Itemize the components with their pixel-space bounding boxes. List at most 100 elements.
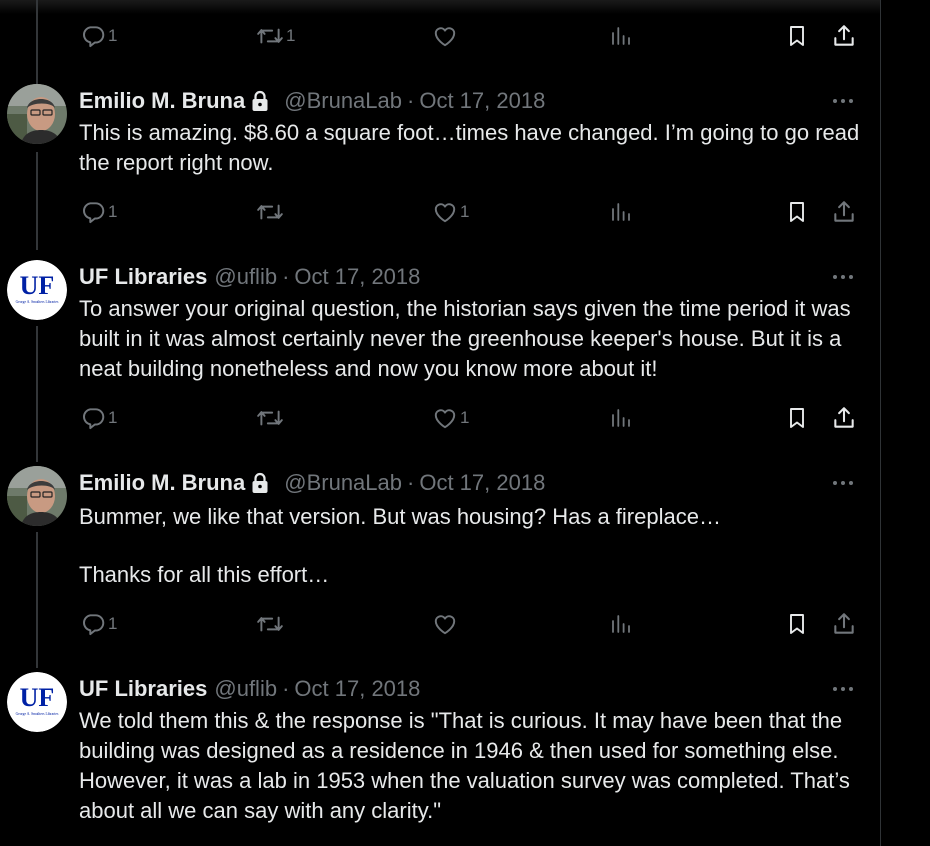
tweet-header: Emilio M. Bruna @BrunaLab · Oct 17, 2018: [79, 469, 545, 497]
like-count: 1: [460, 202, 470, 221]
separator-dot: ·: [282, 676, 290, 701]
like-button[interactable]: 1: [432, 403, 469, 433]
views-button[interactable]: [609, 609, 633, 639]
more-icon: [832, 679, 854, 697]
tweet-paragraph: We told them this & the response is "Tha…: [79, 708, 850, 823]
tweet[interactable]: UF George A. Smathers Libraries UF Libra…: [0, 260, 880, 450]
retweet-icon: [256, 199, 284, 225]
uf-logo-subtext: George A. Smathers Libraries: [16, 300, 59, 304]
uf-logo-subtext: George A. Smathers Libraries: [16, 712, 59, 716]
tweet[interactable]: UF George A. Smathers Libraries UF Libra…: [0, 672, 880, 846]
reply-button[interactable]: 1: [80, 609, 117, 639]
tweet-date[interactable]: Oct 17, 2018: [294, 264, 420, 290]
retweet-button[interactable]: [256, 609, 286, 639]
tweet-paragraph: Thanks for all this effort…: [79, 562, 330, 587]
share-icon: [831, 198, 857, 226]
tweet-text: Bummer, we like that version. But was ho…: [79, 502, 869, 590]
action-bar: 1 1: [0, 403, 880, 433]
reply-count: 1: [108, 202, 118, 221]
share-button[interactable]: [831, 197, 857, 227]
uf-logo-letters: UF: [20, 683, 55, 712]
lock-icon: [251, 472, 269, 494]
share-icon: [831, 22, 857, 50]
share-button[interactable]: [831, 609, 857, 639]
retweet-count: 1: [286, 26, 296, 45]
tweet-date[interactable]: Oct 17, 2018: [419, 88, 545, 114]
views-button[interactable]: [609, 21, 633, 51]
reply-button[interactable]: 1: [80, 21, 117, 51]
share-button[interactable]: [831, 403, 857, 433]
user-handle[interactable]: @uflib: [214, 264, 277, 290]
reply-button[interactable]: 1: [80, 403, 117, 433]
views-button[interactable]: [609, 403, 633, 433]
display-name[interactable]: UF Libraries: [79, 676, 207, 702]
tweet-text: This is amazing. $8.60 a square foot…tim…: [79, 118, 869, 178]
bookmark-icon: [785, 22, 809, 50]
more-options-button[interactable]: [830, 678, 856, 698]
previous-tweet-edge: [0, 0, 880, 14]
tweet-header: UF Libraries @uflib · Oct 17, 2018: [79, 675, 420, 703]
avatar[interactable]: UF George A. Smathers Libraries: [7, 260, 67, 320]
analytics-icon: [609, 23, 633, 49]
avatar[interactable]: [7, 84, 67, 144]
views-button[interactable]: [609, 197, 633, 227]
heart-icon: [432, 611, 458, 637]
reply-count: 1: [108, 614, 118, 633]
analytics-icon: [609, 611, 633, 637]
share-icon: [831, 610, 857, 638]
tweet-text: We told them this & the response is "Tha…: [79, 706, 869, 826]
more-options-button[interactable]: [830, 266, 856, 286]
reply-count: 1: [108, 408, 118, 427]
retweet-button[interactable]: [256, 197, 286, 227]
display-name[interactable]: UF Libraries: [79, 264, 207, 290]
heart-icon: [432, 405, 458, 431]
tweet[interactable]: Emilio M. Bruna @BrunaLab · Oct 17, 2018…: [0, 84, 880, 244]
bookmark-button[interactable]: [785, 609, 809, 639]
retweet-icon: [256, 611, 284, 637]
user-handle[interactable]: @BrunaLab: [284, 88, 402, 114]
more-options-button[interactable]: [830, 90, 856, 110]
tweet-paragraph: To answer your original question, the hi…: [79, 296, 851, 381]
tweet-header: UF Libraries @uflib · Oct 17, 2018: [79, 263, 420, 291]
bookmark-icon: [785, 404, 809, 432]
like-button[interactable]: 1: [432, 197, 469, 227]
tweet-date[interactable]: Oct 17, 2018: [419, 470, 545, 496]
tweet-paragraph: Bummer, we like that version. But was ho…: [79, 504, 721, 529]
more-icon: [832, 267, 854, 285]
bookmark-button[interactable]: [785, 403, 809, 433]
tweet-date[interactable]: Oct 17, 2018: [294, 676, 420, 702]
reply-count: 1: [108, 26, 118, 45]
bookmark-button[interactable]: [785, 21, 809, 51]
tweet[interactable]: Emilio M. Bruna @BrunaLab · Oct 17, 2018…: [0, 466, 880, 656]
bookmark-button[interactable]: [785, 197, 809, 227]
user-handle[interactable]: @uflib: [214, 676, 277, 702]
bookmark-icon: [785, 610, 809, 638]
separator-dot: ·: [407, 88, 415, 113]
tweet-paragraph: This is amazing. $8.60 a square foot…tim…: [79, 120, 860, 175]
reply-icon: [80, 611, 106, 637]
share-button[interactable]: [831, 21, 857, 51]
more-icon: [832, 473, 854, 491]
heart-icon: [432, 199, 458, 225]
uf-logo-letters: UF: [20, 271, 55, 300]
bookmark-icon: [785, 198, 809, 226]
reply-icon: [80, 23, 106, 49]
tweet-header: Emilio M. Bruna @BrunaLab · Oct 17, 2018: [79, 87, 545, 115]
user-handle[interactable]: @BrunaLab: [284, 470, 402, 496]
like-button[interactable]: [432, 609, 460, 639]
retweet-button[interactable]: 1: [256, 21, 295, 51]
avatar[interactable]: UF George A. Smathers Libraries: [7, 672, 67, 732]
timeline-column: 1 1 Emilio M. Bruna @BrunaLab · Oct 17, …: [0, 0, 881, 846]
avatar[interactable]: [7, 466, 67, 526]
more-options-button[interactable]: [830, 472, 856, 492]
analytics-icon: [609, 405, 633, 431]
like-button[interactable]: [432, 21, 460, 51]
reply-button[interactable]: 1: [80, 197, 117, 227]
display-name[interactable]: Emilio M. Bruna: [79, 470, 245, 496]
action-bar: 1 1: [0, 197, 880, 227]
heart-icon: [432, 23, 458, 49]
reply-icon: [80, 405, 106, 431]
display-name[interactable]: Emilio M. Bruna: [79, 88, 245, 114]
action-bar: 1 1: [0, 21, 880, 51]
retweet-button[interactable]: [256, 403, 286, 433]
